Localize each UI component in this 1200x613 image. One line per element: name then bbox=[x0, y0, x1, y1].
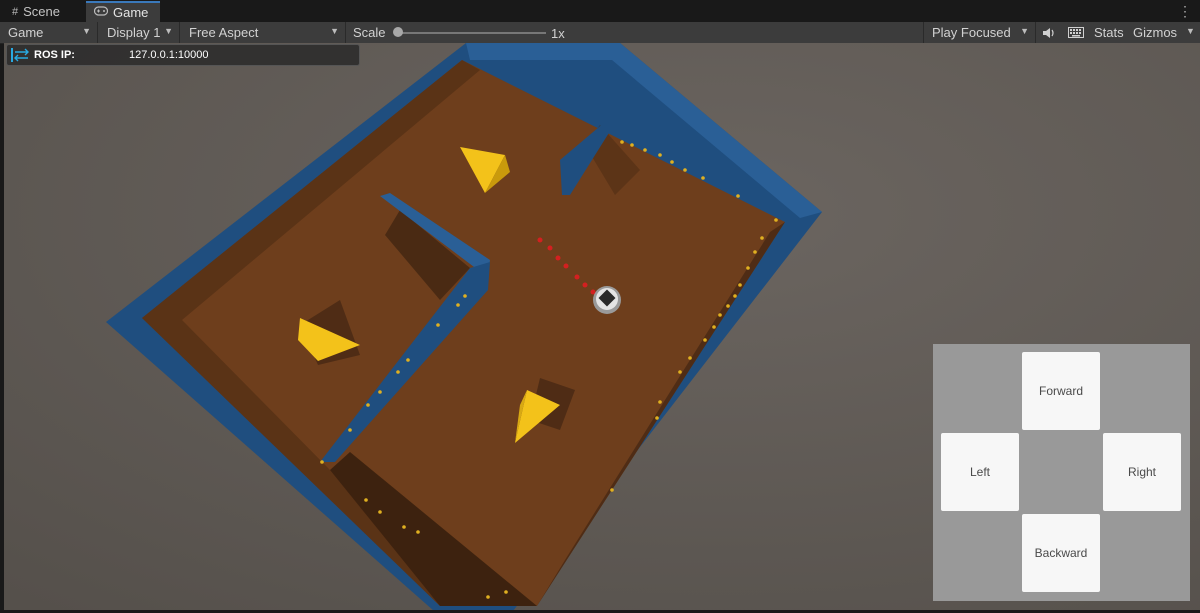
keyboard-icon[interactable] bbox=[1064, 22, 1088, 43]
scale-label: Scale bbox=[353, 25, 386, 40]
connection-arrows-icon bbox=[11, 48, 29, 62]
robot bbox=[593, 286, 621, 314]
aspect-select-value: Free Aspect bbox=[189, 25, 259, 40]
tab-game-label: Game bbox=[113, 5, 149, 20]
gizmos-button[interactable]: Gizmos bbox=[1133, 25, 1177, 40]
play-mode-select[interactable]: Play Focused ▼ bbox=[923, 22, 1036, 43]
game-view-select[interactable]: Game ▼ bbox=[0, 22, 98, 43]
tab-scene-label: Scene bbox=[23, 4, 60, 19]
editor-tab-bar: # Scene Game ⋮ bbox=[0, 0, 1200, 23]
backward-button[interactable]: Backward bbox=[1022, 514, 1100, 592]
right-button[interactable]: Right bbox=[1103, 433, 1181, 511]
left-button[interactable]: Left bbox=[941, 433, 1019, 511]
dropdown-arrow-icon: ▼ bbox=[1020, 26, 1029, 36]
ros-connection-panel: ROS IP: 127.0.0.1:10000 bbox=[6, 44, 360, 66]
scale-value: 1x bbox=[551, 26, 565, 41]
dropdown-arrow-icon: ▼ bbox=[330, 26, 339, 36]
game-view-toolbar: Game ▼ Display 1 ▼ Free Aspect ▼ Scale 1… bbox=[0, 22, 1200, 44]
display-select[interactable]: Display 1 ▼ bbox=[99, 22, 180, 43]
ros-ip-value: 127.0.0.1:10000 bbox=[129, 49, 209, 61]
stats-button[interactable]: Stats bbox=[1094, 25, 1124, 40]
mute-audio-icon[interactable] bbox=[1038, 22, 1060, 43]
gamepad-icon bbox=[93, 6, 109, 19]
movement-control-pad: Forward Left Right Backward bbox=[933, 344, 1190, 601]
aspect-select[interactable]: Free Aspect ▼ bbox=[181, 22, 346, 43]
play-mode-select-value: Play Focused bbox=[932, 25, 1011, 40]
ros-ip-label: ROS IP: bbox=[34, 49, 75, 61]
more-options-icon[interactable]: ⋮ bbox=[1178, 3, 1192, 20]
dropdown-arrow-icon[interactable]: ▼ bbox=[1186, 26, 1195, 36]
scale-slider-track[interactable] bbox=[398, 32, 546, 34]
scale-slider-handle[interactable] bbox=[393, 27, 403, 37]
forward-button[interactable]: Forward bbox=[1022, 352, 1100, 430]
grid-icon: # bbox=[12, 5, 19, 18]
display-select-value: Display 1 bbox=[107, 25, 161, 40]
tab-scene[interactable]: # Scene bbox=[4, 1, 84, 22]
dropdown-arrow-icon: ▼ bbox=[164, 26, 173, 36]
game-view-select-value: Game bbox=[8, 25, 44, 40]
dropdown-arrow-icon: ▼ bbox=[82, 26, 91, 36]
tab-game[interactable]: Game bbox=[86, 1, 160, 22]
